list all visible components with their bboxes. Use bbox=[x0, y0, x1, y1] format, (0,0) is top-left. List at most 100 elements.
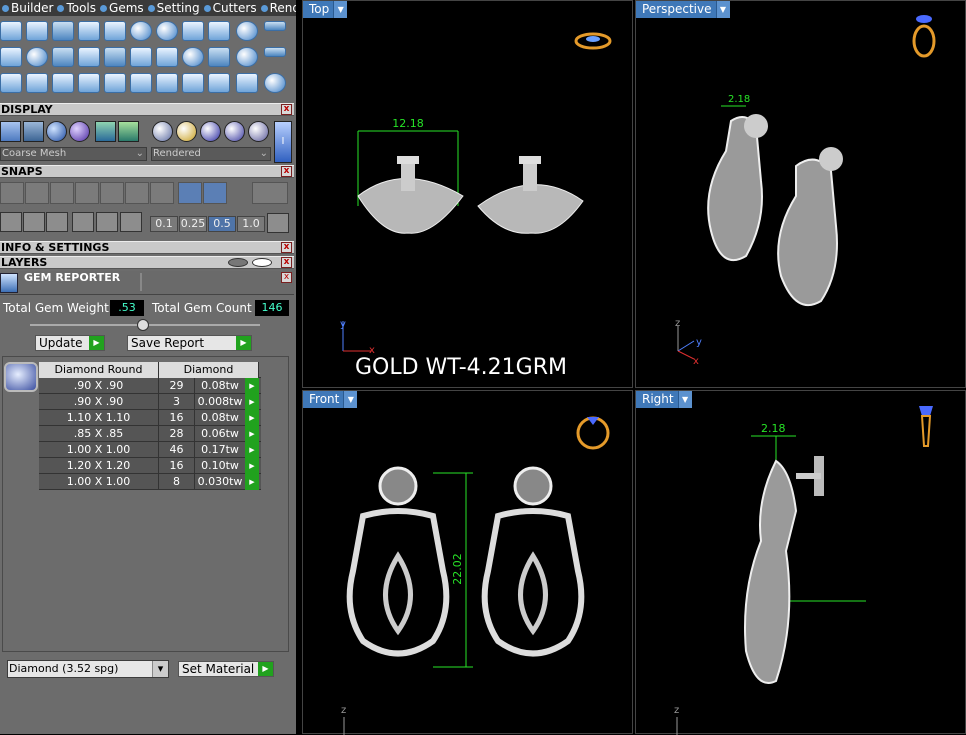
wireframe-view-icon[interactable] bbox=[0, 121, 21, 142]
map-view-icon[interactable] bbox=[118, 121, 139, 142]
row-select-arrow-icon[interactable]: ▶ bbox=[245, 410, 259, 426]
slider-handle[interactable] bbox=[137, 319, 149, 331]
snap-circle-icon[interactable] bbox=[150, 182, 174, 204]
perspective-viewport[interactable]: Perspective ▼ 2.18 z y x bbox=[635, 0, 966, 388]
menu-cutters[interactable]: Cutters bbox=[202, 0, 259, 16]
table-row[interactable]: .90 X .90 3 0.008tw ▶ bbox=[39, 394, 261, 410]
snap-mid-icon[interactable] bbox=[178, 182, 202, 204]
prong-tool-icon[interactable] bbox=[104, 21, 126, 41]
bezier-tool-icon[interactable] bbox=[26, 21, 48, 41]
diamond-gem-icon[interactable] bbox=[26, 47, 48, 67]
sphere-view-icon[interactable] bbox=[46, 121, 67, 142]
move-tool-icon[interactable] bbox=[104, 73, 126, 93]
shape-tool-icon[interactable] bbox=[0, 47, 22, 67]
close-icon[interactable]: x bbox=[281, 272, 292, 283]
eye-icon[interactable] bbox=[252, 258, 272, 267]
curve-tool-icon[interactable] bbox=[0, 21, 22, 41]
snap-grid-settings-icon[interactable] bbox=[267, 213, 289, 233]
set-material-button[interactable]: Set Material ▶ bbox=[178, 661, 274, 677]
row-select-arrow-icon[interactable]: ▶ bbox=[245, 426, 259, 442]
pave-tool-icon[interactable] bbox=[78, 21, 100, 41]
top-viewport[interactable]: Top ▼ 12.18 y x GOLD WT-4.21GRM bbox=[302, 0, 633, 388]
close-icon[interactable]: x bbox=[281, 257, 292, 268]
panel-toggle-2-icon[interactable] bbox=[264, 47, 286, 57]
flow-tool-icon[interactable] bbox=[156, 73, 178, 93]
ring-shank-icon[interactable] bbox=[104, 47, 126, 67]
split-tool-icon[interactable] bbox=[208, 73, 230, 93]
gear-tool-icon[interactable] bbox=[236, 21, 258, 41]
ring-circle-icon[interactable] bbox=[264, 73, 286, 93]
snap-line-icon[interactable] bbox=[203, 182, 227, 204]
rotate-tool-icon[interactable] bbox=[130, 73, 152, 93]
xray-sphere-icon[interactable] bbox=[152, 121, 173, 142]
add-gem-icon[interactable] bbox=[52, 21, 74, 41]
snap-point-icon[interactable] bbox=[75, 182, 99, 204]
close-icon[interactable]: x bbox=[281, 242, 292, 253]
front-viewport[interactable]: Front ▼ 22.02 z bbox=[302, 390, 633, 735]
platinum-sphere-icon[interactable] bbox=[224, 121, 245, 142]
mirror-tool-icon[interactable] bbox=[78, 73, 100, 93]
cutter-tool-icon[interactable] bbox=[208, 21, 230, 41]
bail-tool-icon[interactable] bbox=[156, 47, 178, 67]
snap-measure-icon[interactable] bbox=[46, 212, 68, 232]
table-row[interactable]: .85 X .85 28 0.06tw ▶ bbox=[39, 426, 261, 442]
info-settings-panel-header[interactable]: INFO & SETTINGS x bbox=[0, 241, 294, 254]
snap-value-0[interactable]: 0.1 bbox=[150, 216, 178, 232]
head-tool-icon[interactable] bbox=[130, 47, 152, 67]
flat-shape-icon[interactable] bbox=[52, 47, 74, 67]
snap-value-2[interactable]: 0.5 bbox=[208, 216, 236, 232]
environment-icon[interactable] bbox=[95, 121, 116, 142]
snap-angle-icon[interactable] bbox=[72, 212, 94, 232]
row-select-arrow-icon[interactable]: ▶ bbox=[245, 474, 259, 490]
row-select-arrow-icon[interactable]: ▶ bbox=[245, 394, 259, 410]
shaded-view-icon[interactable] bbox=[23, 121, 44, 142]
row-select-arrow-icon[interactable]: ▶ bbox=[245, 442, 259, 458]
snap-grid-icon[interactable] bbox=[0, 182, 24, 204]
boolean-tool-icon[interactable] bbox=[182, 73, 204, 93]
snap-cursor-icon[interactable] bbox=[120, 212, 142, 232]
update-button[interactable]: Update ▶ bbox=[35, 335, 105, 351]
cluster-array-icon[interactable] bbox=[236, 47, 258, 67]
snap-grid-toggle-icon[interactable] bbox=[0, 212, 22, 232]
close-icon[interactable]: x bbox=[281, 104, 292, 115]
copy-object-icon[interactable] bbox=[0, 73, 22, 93]
table-row[interactable]: .90 X .90 29 0.08tw ▶ bbox=[39, 378, 261, 394]
panel-toggle-icon[interactable] bbox=[264, 21, 286, 31]
snap-corner-icon[interactable] bbox=[100, 182, 124, 204]
table-row[interactable]: 1.00 X 1.00 8 0.030tw ▶ bbox=[39, 474, 261, 490]
layers-panel-header[interactable]: LAYERS x bbox=[0, 256, 294, 269]
snap-center-icon[interactable] bbox=[125, 182, 149, 204]
row-select-arrow-icon[interactable]: ▶ bbox=[245, 458, 259, 474]
snap-window-icon[interactable] bbox=[252, 182, 288, 204]
snap-cross-icon[interactable] bbox=[50, 182, 74, 204]
gold-sphere-icon[interactable] bbox=[176, 121, 197, 142]
menu-render[interactable]: Render bbox=[259, 0, 296, 16]
bezel-tool-icon[interactable] bbox=[182, 21, 204, 41]
menu-builder[interactable]: Builder bbox=[0, 0, 55, 16]
arc-tool-icon[interactable] bbox=[26, 73, 48, 93]
snap-value-3[interactable]: 1.0 bbox=[237, 216, 265, 232]
silver-sphere-icon[interactable] bbox=[200, 121, 221, 142]
snap-curve-icon[interactable] bbox=[25, 182, 49, 204]
table-row[interactable]: 1.00 X 1.00 46 0.17tw ▶ bbox=[39, 442, 261, 458]
pear-gem-icon[interactable] bbox=[156, 21, 178, 41]
array-tool-icon[interactable] bbox=[236, 73, 258, 93]
display-panel-header[interactable]: DISPLAY x bbox=[0, 103, 294, 116]
round-gem-icon[interactable] bbox=[4, 362, 38, 392]
gem-cluster-icon[interactable] bbox=[130, 21, 152, 41]
mesh-quality-select[interactable]: Coarse Mesh ⌄ bbox=[0, 147, 147, 161]
snap-diamond-icon[interactable] bbox=[96, 212, 118, 232]
menu-tools[interactable]: Tools bbox=[55, 0, 98, 16]
snap-box-icon[interactable] bbox=[23, 212, 45, 232]
save-report-button[interactable]: Save Report ▶ bbox=[127, 335, 252, 351]
rail-tool-icon[interactable] bbox=[52, 73, 74, 93]
grid-array-icon[interactable] bbox=[208, 47, 230, 67]
menu-setting[interactable]: Setting bbox=[146, 0, 202, 16]
profile-tool-icon[interactable] bbox=[78, 47, 100, 67]
gem-ring-icon[interactable] bbox=[182, 47, 204, 67]
snap-value-1[interactable]: 0.25 bbox=[179, 216, 207, 232]
table-row[interactable]: 1.10 X 1.10 16 0.08tw ▶ bbox=[39, 410, 261, 426]
glass-sphere-icon[interactable] bbox=[248, 121, 269, 142]
right-viewport[interactable]: Right ▼ 2.18 z bbox=[635, 390, 966, 735]
snaps-panel-header[interactable]: SNAPS x bbox=[0, 165, 294, 178]
